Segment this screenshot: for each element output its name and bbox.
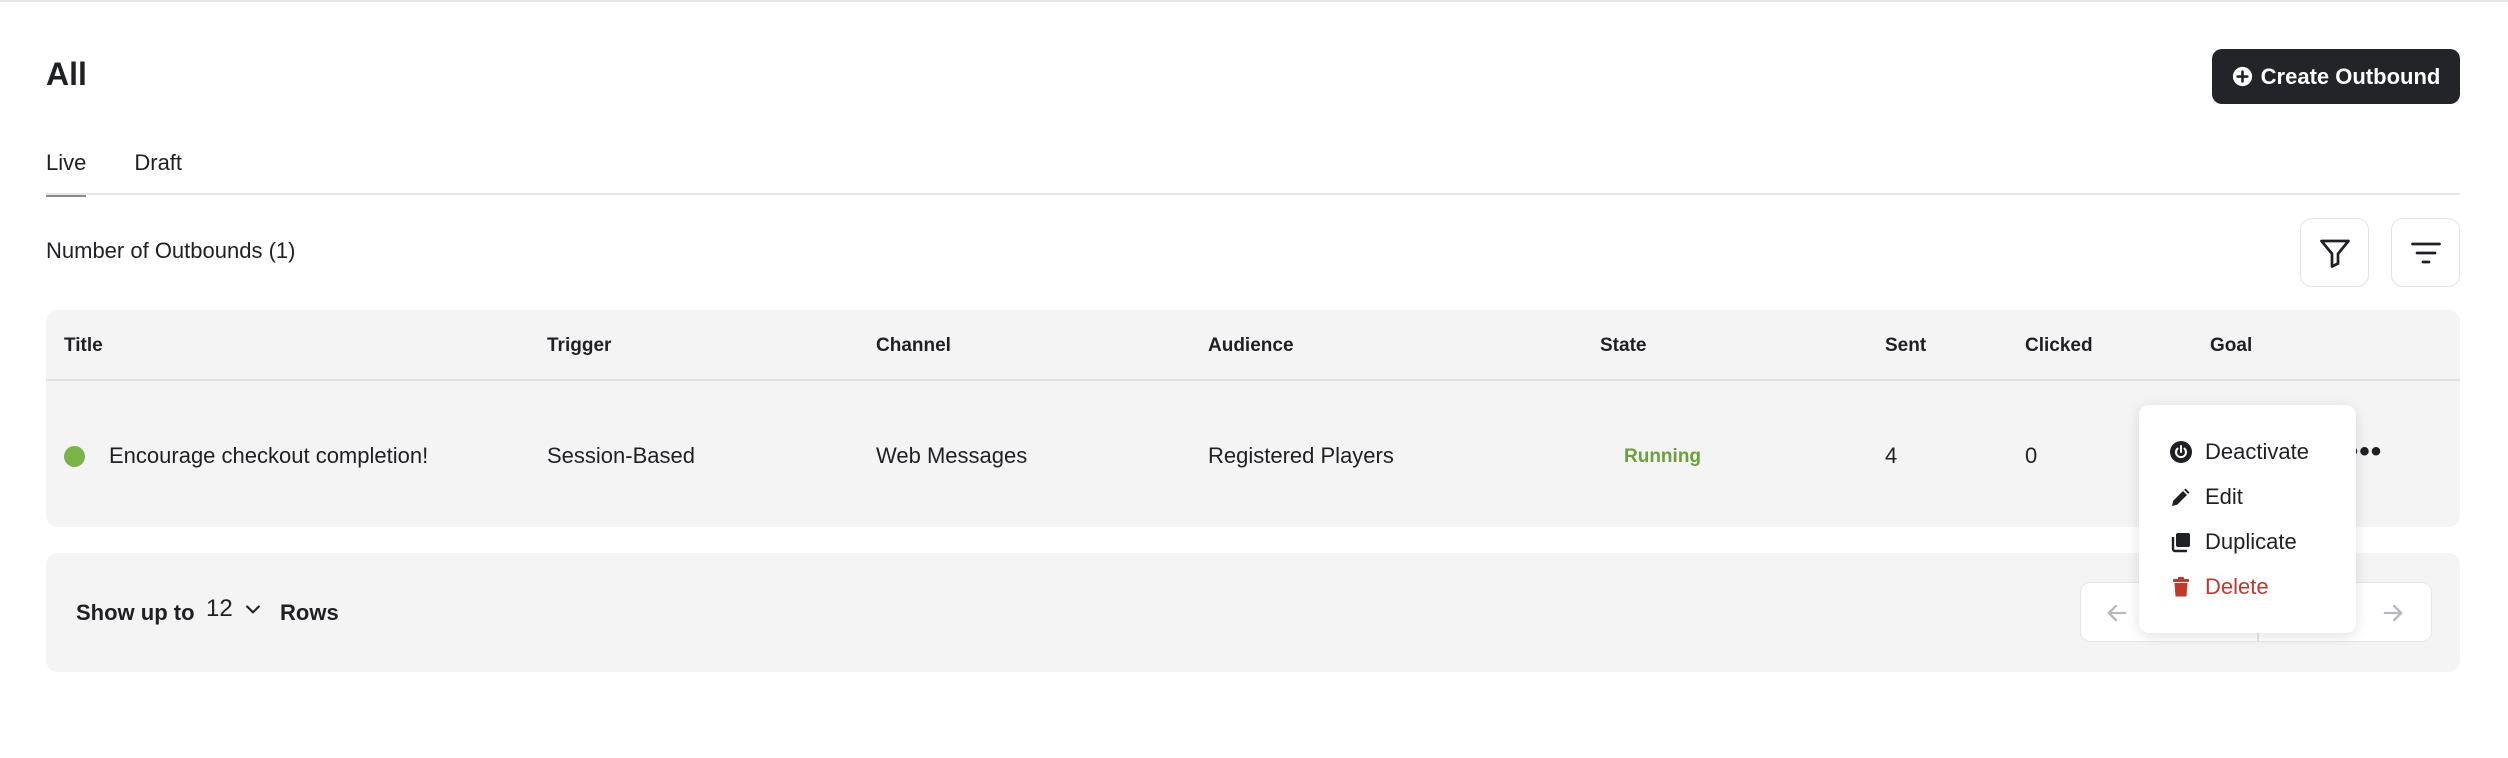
menu-item-label: Deactivate	[2205, 439, 2309, 464]
menu-item-label: Edit	[2205, 484, 2243, 509]
outbounds-page: All Create Outbound Live Draft Number of…	[0, 0, 2508, 758]
chevron-down-icon	[245, 605, 260, 614]
row-channel: Web Messages	[876, 443, 1028, 468]
page-title: All	[46, 56, 87, 92]
previous-page-button[interactable]	[2101, 597, 2133, 629]
row-title[interactable]: Encourage checkout completion!	[109, 443, 428, 469]
rows-label: Rows	[280, 600, 339, 625]
menu-item-label: Duplicate	[2205, 529, 2297, 554]
tab-draft[interactable]: Draft	[134, 150, 182, 197]
duplicate-icon	[2171, 533, 2190, 553]
arrow-right-icon	[2383, 604, 2403, 622]
tabs-divider	[46, 193, 2460, 195]
sort-button[interactable]	[2391, 218, 2460, 287]
next-page-button[interactable]	[2377, 597, 2409, 629]
tab-bar: Live Draft	[46, 150, 182, 197]
row-audience: Registered Players	[1208, 443, 1394, 468]
column-header-title[interactable]: Title	[64, 335, 103, 357]
outbound-count: Number of Outbounds (1)	[46, 238, 296, 263]
table-header: Title Trigger Channel Audience State Sen…	[46, 310, 2460, 381]
top-divider	[0, 0, 2508, 2]
pencil-icon	[2172, 488, 2190, 506]
power-icon	[2170, 441, 2192, 463]
column-header-sent[interactable]: Sent	[1885, 335, 1926, 357]
create-outbound-label: Create Outbound	[2260, 63, 2441, 89]
menu-item-duplicate[interactable]: Duplicate	[2169, 529, 2297, 555]
filter-button[interactable]	[2300, 218, 2369, 287]
column-header-state[interactable]: State	[1600, 335, 1646, 357]
arrow-left-icon	[2107, 604, 2127, 622]
menu-item-label: Delete	[2205, 574, 2269, 599]
plus-circle-icon	[2232, 66, 2252, 87]
status-badge: Running	[1624, 446, 1702, 467]
row-trigger: Session-Based	[547, 443, 695, 468]
column-header-clicked[interactable]: Clicked	[2025, 335, 2093, 357]
row-clicked: 0	[2025, 443, 2038, 468]
menu-item-delete[interactable]: Delete	[2169, 574, 2269, 600]
row-actions-menu: Deactivate Edit Duplicate Delete	[2139, 405, 2356, 633]
column-header-goal[interactable]: Goal	[2210, 335, 2252, 357]
trash-icon	[2173, 577, 2189, 597]
column-header-channel[interactable]: Channel	[876, 335, 951, 357]
rows-per-page-value: 12	[206, 595, 233, 622]
menu-item-deactivate[interactable]: Deactivate	[2169, 439, 2309, 465]
rows-per-page-select[interactable]: 12	[206, 595, 263, 623]
menu-item-edit[interactable]: Edit	[2169, 484, 2243, 510]
sort-icon	[2410, 242, 2441, 263]
tab-live[interactable]: Live	[46, 150, 87, 197]
status-dot	[64, 446, 85, 467]
filter-icon	[2319, 239, 2350, 268]
table-footer: Show up to 12 Rows	[46, 553, 2460, 672]
column-header-audience[interactable]: Audience	[1208, 335, 1294, 357]
row-sent: 4	[1885, 443, 1898, 468]
outbounds-table: Title Trigger Channel Audience State Sen…	[46, 310, 2460, 527]
create-outbound-button[interactable]: Create Outbound	[2212, 49, 2460, 104]
column-header-trigger[interactable]: Trigger	[547, 335, 611, 357]
show-up-to-label: Show up to	[76, 600, 195, 625]
